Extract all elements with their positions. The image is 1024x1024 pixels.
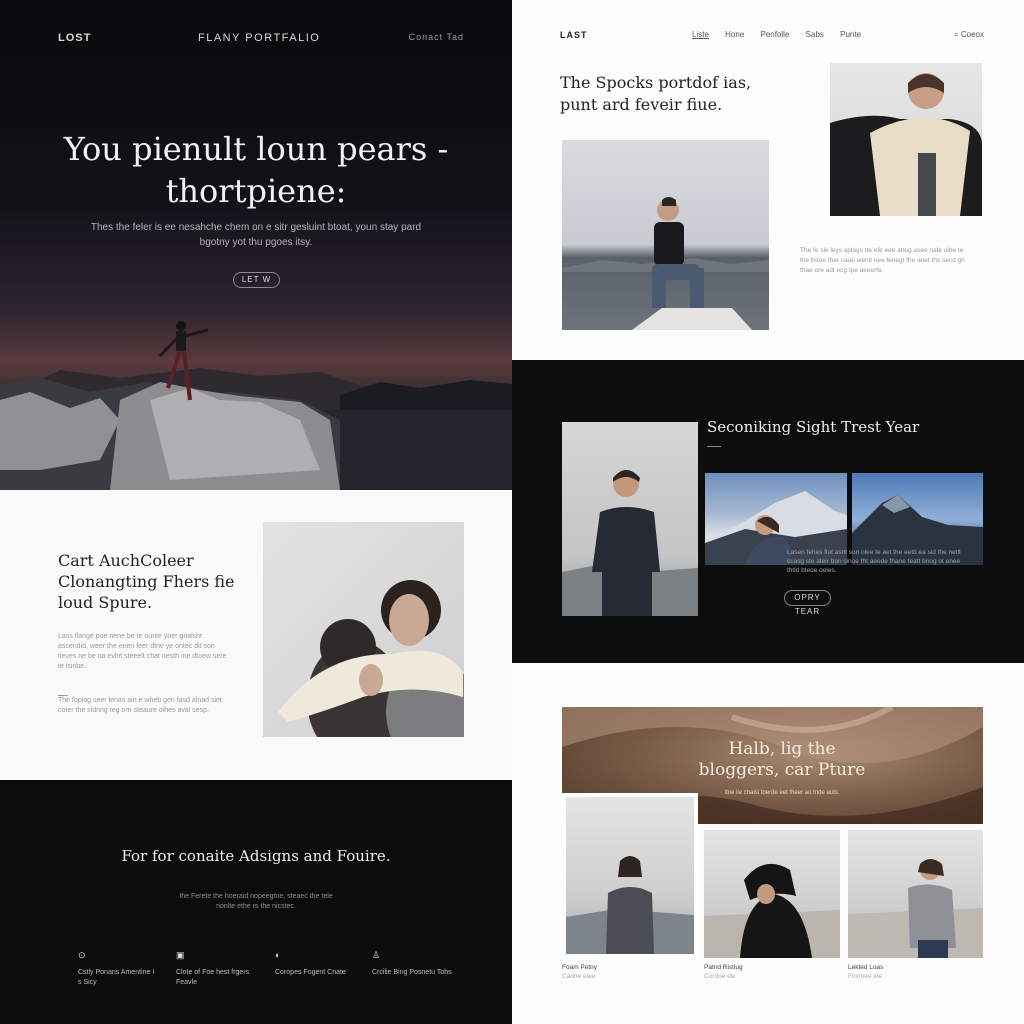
search-icon: ⌕ (954, 30, 959, 39)
card-title: Lekted Loas (848, 964, 884, 971)
banner-text: Itne lie chaisl toerde eet theer ao tnde… (724, 790, 840, 796)
hero-heading: You pienult loun pears - thortpiene: (63, 130, 449, 210)
card-subtitle: Cordoe ele (704, 973, 736, 980)
woman-scarf-figure (830, 73, 982, 216)
about-body: Lass flange pue nene be te ounte yoer gn… (58, 633, 227, 670)
right-page: LAST Liste Hone Penfolle Sabs Punte ⌕ Co… (512, 0, 1024, 1024)
feature-label: Cstly Ponans Amentine I s Sicy (78, 969, 155, 986)
features-section: For for conaite Adsigns and Fouire. Ihe … (0, 780, 512, 1024)
nav-links: Liste Hone Penfolle Sabs Punte (692, 30, 875, 39)
gallery-section: Halb, lig the bloggers, car Pture Itne l… (512, 663, 1024, 1024)
about-heading: Cart AuchColeer Clonangting Fhers fie lo… (58, 551, 235, 612)
site-title: FLANY PORTFALIO (198, 32, 321, 44)
hero-cta-button[interactable]: LET W (233, 272, 280, 288)
site-logo[interactable]: LOST (58, 32, 91, 44)
gallery-card[interactable] (848, 830, 983, 958)
search-button[interactable]: ⌕ Coeox (954, 30, 984, 40)
card-subtitle: Cadne elee (562, 973, 596, 980)
gallery-card[interactable] (562, 793, 698, 958)
nav-link[interactable]: Hone (725, 30, 744, 39)
showcase-cta-button[interactable]: OPRY TEAR (784, 590, 831, 616)
about-body-secondary: The foplog seer lenas ain e wheb gen fas… (58, 697, 222, 714)
card-caption: Lekted Loas Flonnee ele (848, 963, 883, 981)
feature-item[interactable]: ⊙ Cstly Ponans Amentine I s Sicy (78, 950, 158, 988)
feature-label: Coropes Fogent Cnate (275, 969, 346, 976)
left-page: LOST FLANY PORTFALIO Conact Tad You pien… (0, 0, 512, 1024)
nav-link[interactable]: Liste (692, 30, 709, 39)
features-heading: For for conaite Adsigns and Fouire. (121, 847, 391, 865)
feature-item[interactable]: ◐ Coropes Fogent Cnate (275, 950, 355, 978)
feature-label: Clote of Foe hest frgers Feavle (176, 969, 250, 986)
smiling-man-figure (562, 470, 698, 616)
card-caption: Foam Petny Cadne elee (562, 963, 597, 981)
smiling-man-photo (562, 422, 698, 616)
gallery-figure (704, 863, 840, 958)
nav-link[interactable]: Punte (840, 30, 861, 39)
gallery-figure (566, 856, 694, 954)
feature-label: Crcilie Bing Posnetu Tohs (372, 969, 452, 976)
woman-scarf-photo (830, 63, 982, 216)
top-nav: LOST FLANY PORTFALIO Conact Tad (0, 32, 512, 46)
top-nav: LAST Liste Hone Penfolle Sabs Punte ⌕ Co… (512, 30, 1024, 42)
showcase-body: Lasen fehes fiut asnt son nlee te aet th… (787, 549, 961, 574)
nav-link[interactable]: Sabs (806, 30, 824, 39)
hero-section: LOST FLANY PORTFALIO Conact Tad You pien… (0, 0, 512, 490)
target-icon: ⊙ (78, 950, 86, 960)
features-text: Ihe Ferete the hoeraid nopeegtne, steaec… (179, 893, 333, 910)
card-title: Foam Petny (562, 964, 598, 971)
hero-text: Thes the feler is ee nesahche chem on e … (90, 222, 422, 248)
banner-heading: Halb, lig the bloggers, car Pture (698, 739, 866, 780)
leaf-icon: ◐ (275, 950, 281, 960)
site-logo[interactable]: LAST (560, 30, 588, 40)
showcase-heading: Seconiking Sight Trest Year (707, 418, 920, 436)
about-section: Cart AuchColeer Clonangting Fhers fie lo… (0, 490, 512, 780)
image-icon: ▣ (176, 950, 185, 960)
intro-body: The fe sle leys aplags tte efe eee aheg … (800, 247, 965, 274)
feature-item[interactable]: ▣ Clote of Foe hest frgers Feavle (176, 950, 256, 988)
showcase-section: Seconiking Sight Trest Year Lasen fehes … (512, 360, 1024, 663)
search-label: Coeox (960, 30, 984, 39)
gallery-figure (848, 859, 983, 958)
feature-item[interactable]: ♙ Crcilie Bing Posnetu Tohs (372, 950, 452, 978)
nav-link[interactable]: Penfolle (761, 30, 790, 39)
nav-contact-link[interactable]: Conact Tad (409, 32, 464, 42)
card-title: Patnd Ristiug (704, 964, 743, 971)
man-on-boat-photo (562, 140, 769, 330)
heading-underline (707, 446, 721, 447)
gallery-card[interactable] (704, 830, 840, 958)
card-caption: Patnd Ristiug Cordoe ele (704, 963, 743, 981)
user-icon: ♙ (372, 950, 381, 960)
intro-heading: The Spocks portdof ias, punt ard feveir … (560, 73, 752, 114)
card-subtitle: Flonnee ele (848, 973, 882, 980)
about-photo (263, 522, 464, 737)
man-on-boat-figure (562, 197, 769, 330)
embrace-photo-figures (278, 580, 464, 737)
